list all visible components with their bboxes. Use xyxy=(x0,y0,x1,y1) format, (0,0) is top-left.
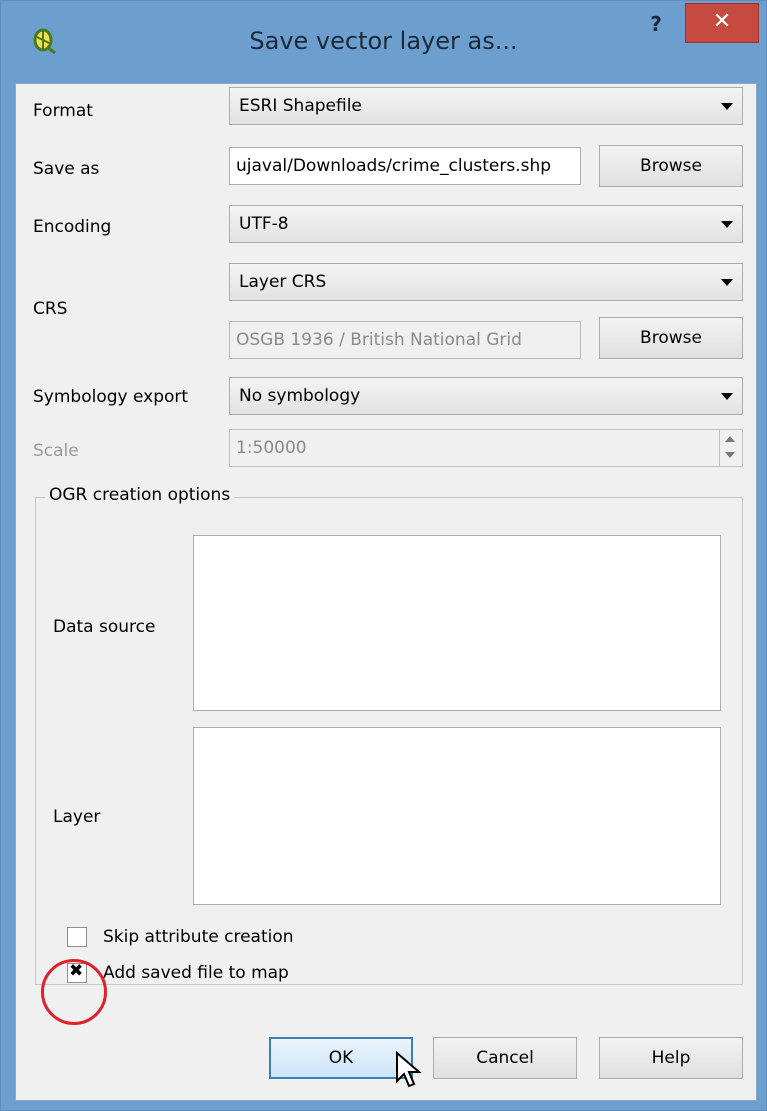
title-bar[interactable]: Save vector layer as... ? ✕ xyxy=(1,1,766,83)
save-as-browse-button[interactable]: Browse xyxy=(599,145,743,187)
ok-button[interactable]: OK xyxy=(269,1037,413,1079)
skip-attribute-creation-checkbox[interactable] xyxy=(67,927,87,947)
layer-label: Layer xyxy=(53,807,101,827)
data-source-options-input[interactable] xyxy=(193,535,721,711)
crs-input: OSGB 1936 / British National Grid xyxy=(229,321,581,359)
ogr-options-title: OGR creation options xyxy=(45,485,235,505)
encoding-label: Encoding xyxy=(33,217,112,237)
skip-attribute-creation-label[interactable]: Skip attribute creation xyxy=(103,927,294,947)
encoding-value: UTF-8 xyxy=(239,214,289,234)
help-button[interactable]: Help xyxy=(599,1037,743,1079)
save-as-value: ujaval/Downloads/crime_clusters.shp xyxy=(236,156,552,176)
help-icon[interactable]: ? xyxy=(641,9,671,39)
crs-label: CRS xyxy=(33,299,68,319)
crs-mode-value: Layer CRS xyxy=(239,272,327,292)
highlight-circle-annotation xyxy=(41,959,107,1025)
save-as-input[interactable]: ujaval/Downloads/crime_clusters.shp xyxy=(229,147,581,185)
scale-spinbox: 1:50000 xyxy=(229,429,743,467)
symbology-export-dropdown[interactable]: No symbology xyxy=(229,377,743,415)
layer-options-input[interactable] xyxy=(193,727,721,905)
mouse-pointer-icon xyxy=(396,1051,422,1088)
add-saved-file-to-map-label[interactable]: Add saved file to map xyxy=(103,963,289,983)
data-source-label: Data source xyxy=(53,617,156,637)
chevron-down-icon xyxy=(712,378,742,414)
scale-label: Scale xyxy=(33,441,79,461)
spin-arrows-icon xyxy=(719,430,742,466)
chevron-down-icon xyxy=(712,88,742,124)
crs-value: OSGB 1936 / British National Grid xyxy=(236,330,522,350)
scale-value: 1:50000 xyxy=(236,438,307,458)
format-dropdown[interactable]: ESRI Shapefile xyxy=(229,87,743,125)
format-value: ESRI Shapefile xyxy=(239,96,362,116)
crs-browse-button[interactable]: Browse xyxy=(599,317,743,359)
symbology-export-label: Symbology export xyxy=(33,387,189,407)
chevron-down-icon xyxy=(712,206,742,242)
close-button[interactable]: ✕ xyxy=(685,3,759,43)
crs-mode-dropdown[interactable]: Layer CRS xyxy=(229,263,743,301)
save-as-label: Save as xyxy=(33,159,100,179)
symbology-export-value: No symbology xyxy=(239,386,361,406)
chevron-down-icon xyxy=(712,264,742,300)
save-vector-layer-dialog: Save vector layer as... ? ✕ Format ESRI … xyxy=(0,0,767,1111)
encoding-dropdown[interactable]: UTF-8 xyxy=(229,205,743,243)
cancel-button[interactable]: Cancel xyxy=(433,1037,577,1079)
format-label: Format xyxy=(33,101,93,121)
